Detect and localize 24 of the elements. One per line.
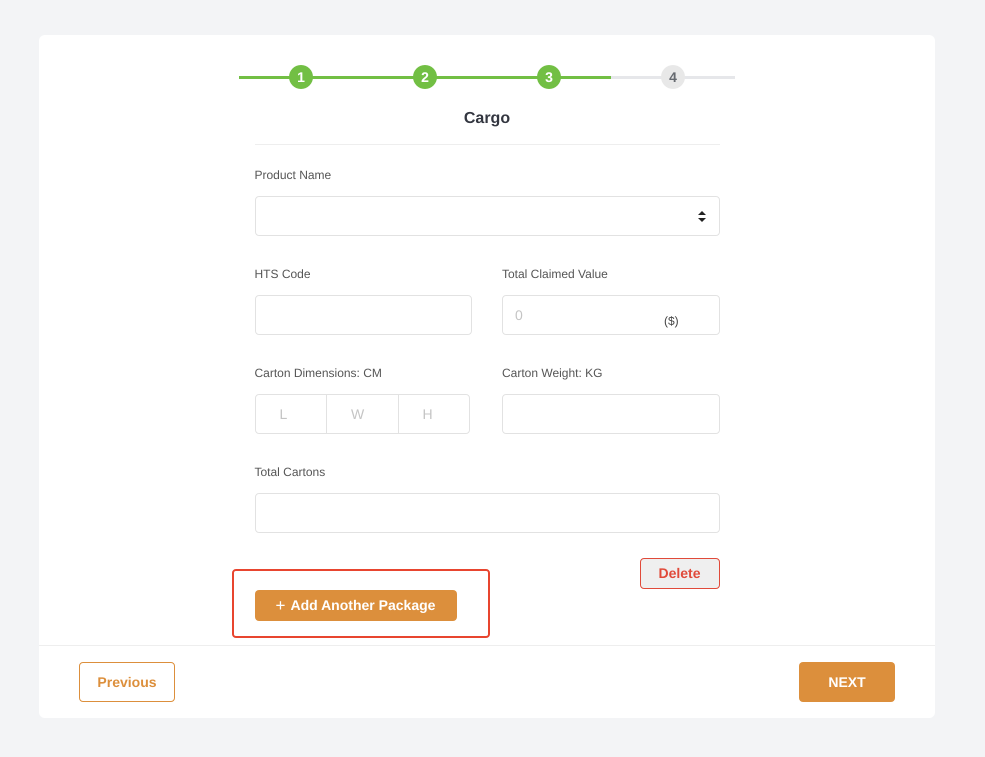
field-label: Carton Dimensions: CM: [254, 366, 383, 381]
field-label: HTS Code: [254, 267, 312, 282]
input-field[interactable]: [254, 295, 472, 335]
step-indicator: 4: [661, 65, 685, 89]
field-label: Total Cartons: [254, 465, 326, 480]
dimension-input[interactable]: H: [398, 394, 470, 434]
input-field[interactable]: [502, 394, 720, 434]
step-indicator: 3: [537, 65, 561, 89]
field-label: Total Claimed Value: [502, 267, 609, 282]
product-select[interactable]: [254, 196, 720, 236]
input-field[interactable]: [254, 493, 720, 533]
add-package-button[interactable]: + Add Another Package: [254, 590, 456, 621]
section-title: Cargo: [462, 109, 512, 129]
step-indicator: 2: [413, 65, 437, 89]
step-indicator: 1: [289, 65, 313, 89]
previous-button[interactable]: Previous: [79, 662, 175, 702]
field-label: Carton Weight: KG: [502, 366, 604, 381]
field-label: Product Name: [254, 168, 332, 183]
delete-button[interactable]: Delete: [640, 558, 720, 589]
currency-unit: ($): [664, 313, 679, 330]
next-button[interactable]: NEXT: [799, 662, 895, 702]
dimension-input[interactable]: L: [254, 394, 327, 434]
sort-arrows-icon: [698, 211, 706, 222]
dimension-input[interactable]: W: [326, 394, 398, 434]
